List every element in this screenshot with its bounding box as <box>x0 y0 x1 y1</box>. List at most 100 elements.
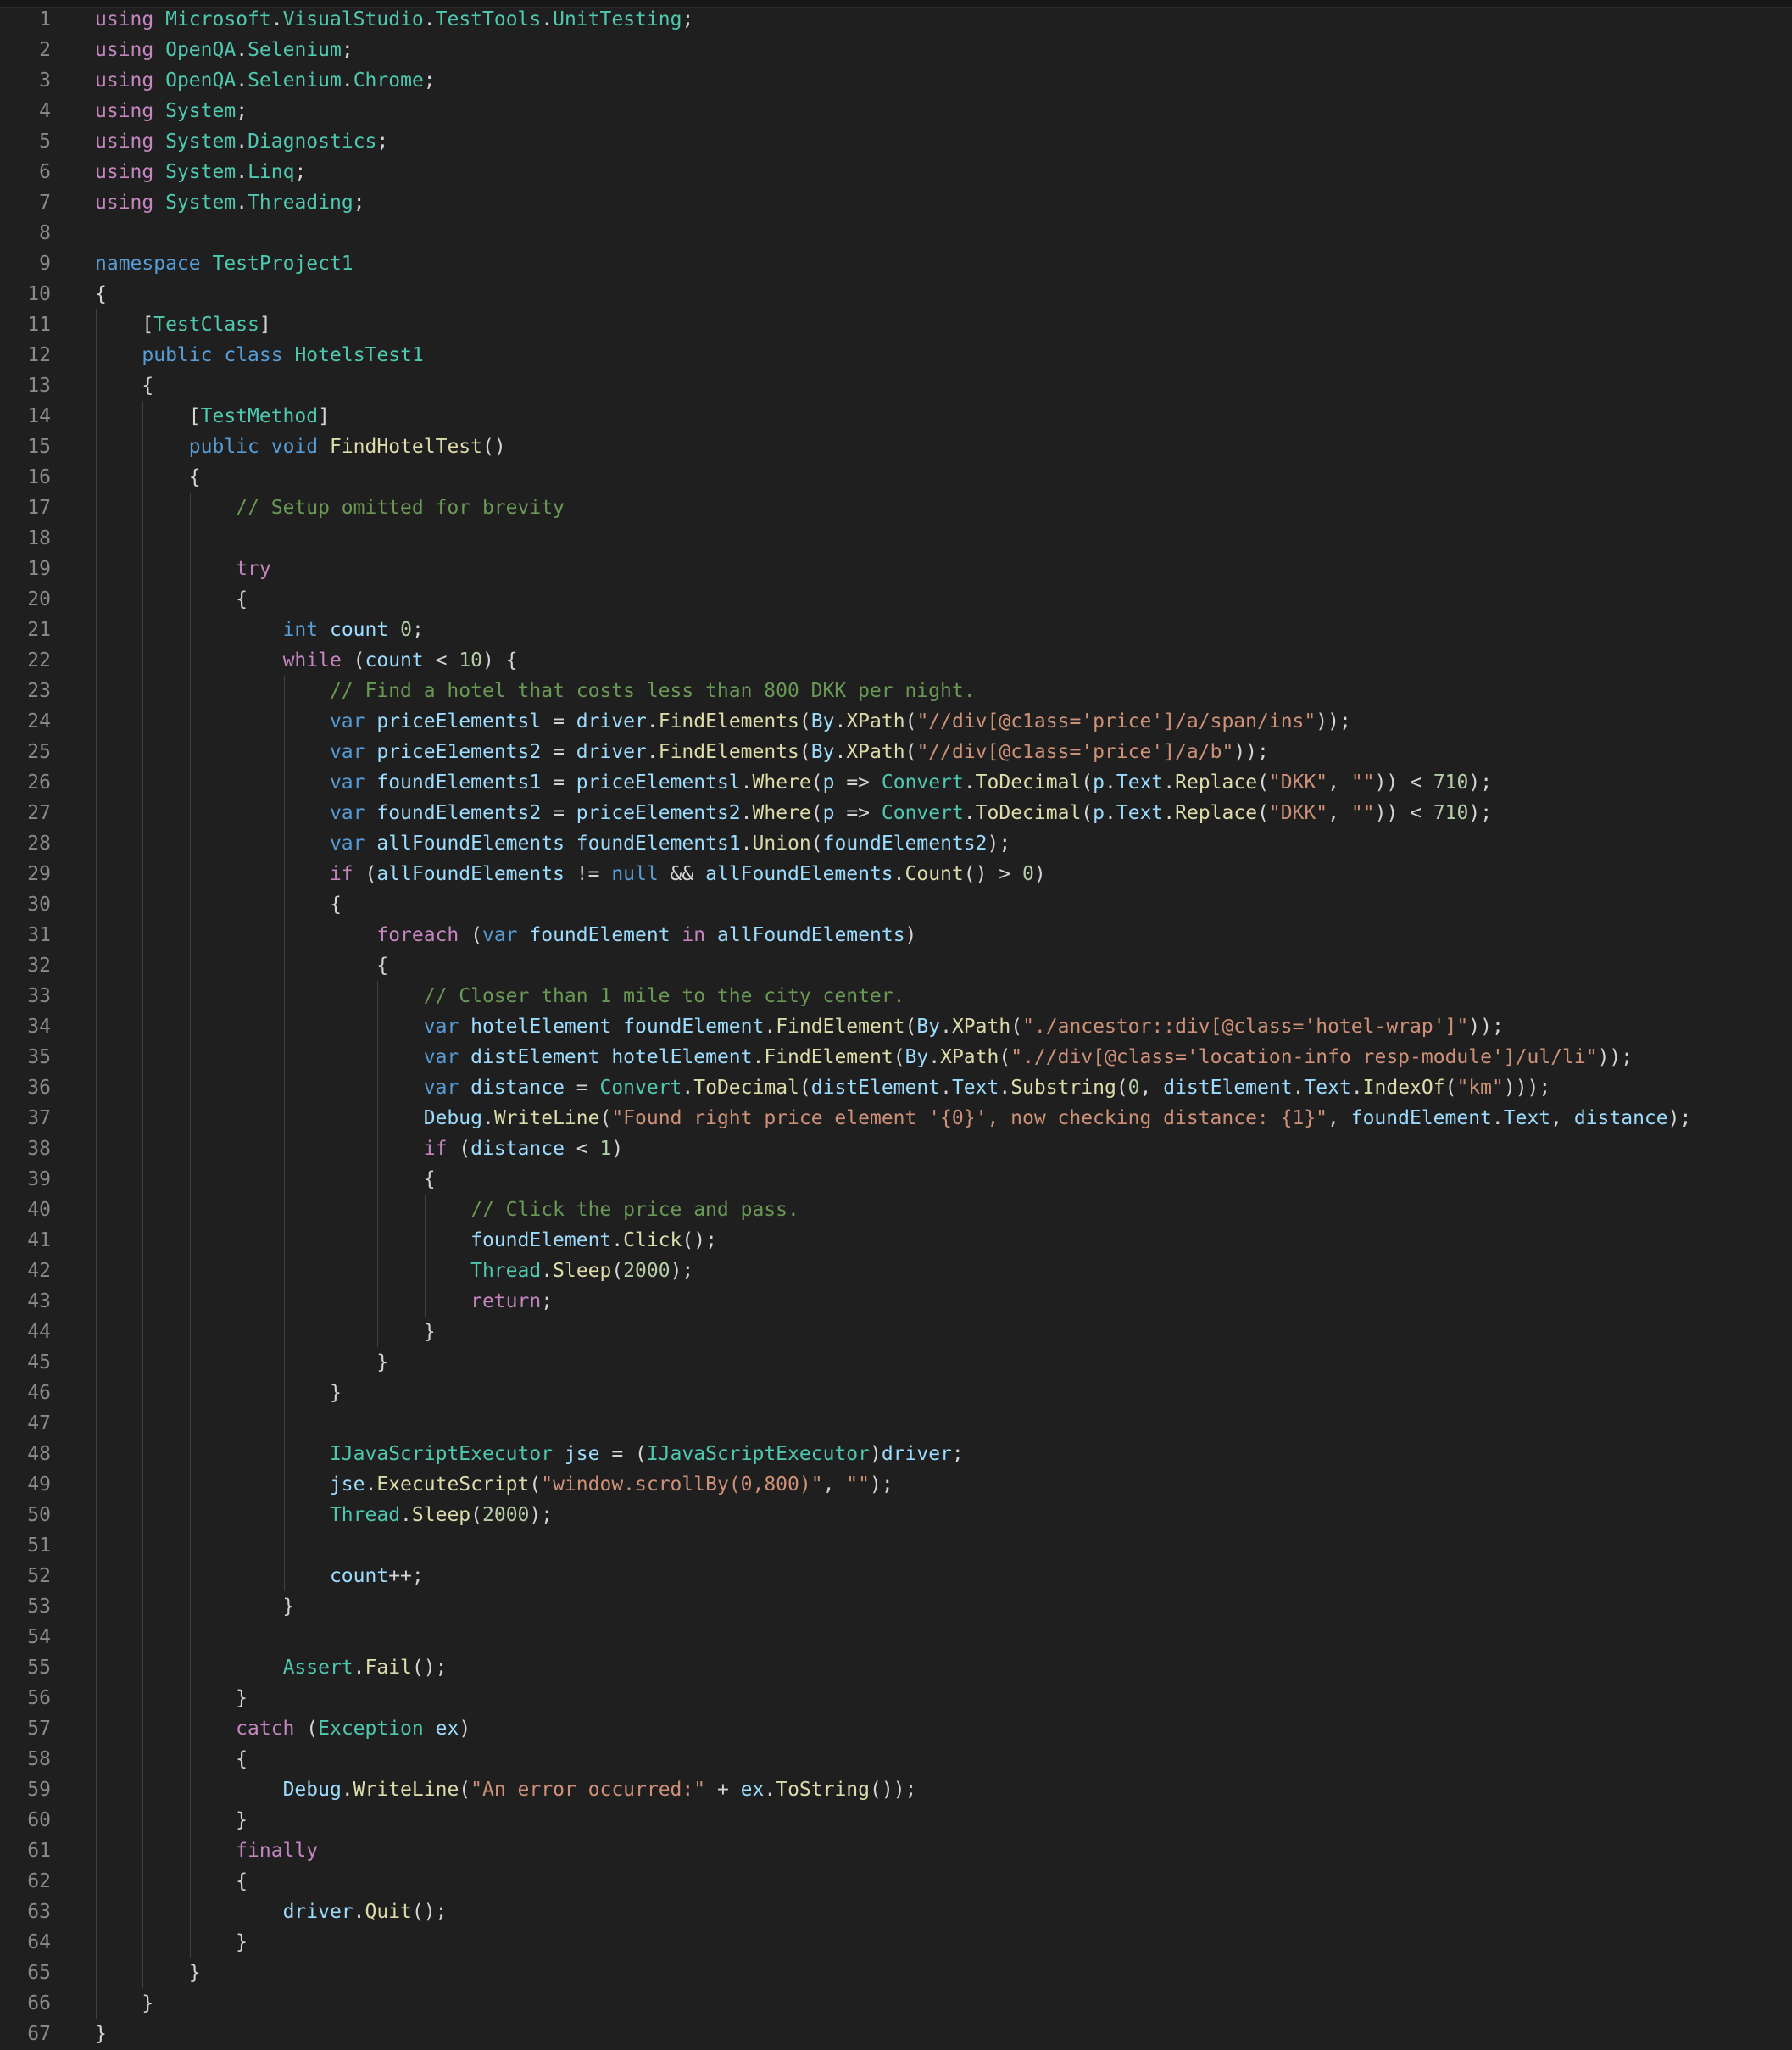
code-text[interactable]: Assert.Fail(); <box>95 1652 448 1683</box>
code-token: . <box>236 70 248 92</box>
code-text[interactable]: var priceE1ements2 = driver.FindElements… <box>95 737 1269 767</box>
code-text[interactable]: Debug.WriteLine("Found right price eleme… <box>95 1103 1692 1134</box>
code-text[interactable]: { <box>95 462 201 493</box>
code-token: . <box>400 1504 412 1526</box>
code-text[interactable]: { <box>95 950 388 981</box>
code-text[interactable]: return; <box>95 1286 553 1317</box>
code-text[interactable]: using Microsoft.VisualStudio.TestTools.U… <box>95 4 693 35</box>
code-editor[interactable]: 1 using Microsoft.VisualStudio.TestTools.… <box>0 4 1792 2049</box>
code-text[interactable]: if (distance < 1) <box>95 1134 623 1164</box>
code-token: = <box>564 1077 600 1099</box>
code-text[interactable]: } <box>95 1988 153 2019</box>
code-text[interactable]: try <box>95 554 271 584</box>
code-text[interactable]: } <box>95 1927 248 1958</box>
code-token: { <box>95 588 248 610</box>
code-text[interactable]: var distElement hotelElement.FindElement… <box>95 1042 1633 1072</box>
code-text[interactable]: } <box>95 1347 388 1378</box>
code-token: distance <box>470 1077 565 1099</box>
code-text[interactable]: } <box>95 1683 248 1713</box>
code-text[interactable]: // Closer than 1 mile to the city center… <box>95 981 905 1011</box>
code-text[interactable]: jse.ExecuteScript("window.scrollBy(0,800… <box>95 1469 893 1500</box>
code-token: . <box>541 8 554 31</box>
code-text[interactable]: [TestMethod] <box>95 401 330 432</box>
code-token: var <box>423 1046 459 1068</box>
code-text[interactable]: catch (Exception ex) <box>95 1713 470 1744</box>
code-text[interactable]: { <box>95 279 107 309</box>
code-text[interactable]: } <box>95 1805 248 1836</box>
code-token: foundElements2 <box>376 802 542 824</box>
code-token: Convert <box>881 802 964 824</box>
code-text[interactable]: var allFoundElements foundElements1.Unio… <box>95 828 1010 859</box>
code-token: while <box>282 649 342 671</box>
code-text[interactable]: foreach (var foundElement in allFoundEle… <box>95 920 916 950</box>
code-line: 20 { <box>0 584 1792 615</box>
code-text[interactable]: Thread.Sleep(2000); <box>95 1500 553 1530</box>
code-text[interactable]: } <box>95 1958 201 1988</box>
code-text[interactable]: while (count < 10) { <box>95 645 518 676</box>
code-text[interactable]: [TestClass] <box>95 309 270 340</box>
line-number: 36 <box>27 1077 51 1099</box>
code-token: using <box>95 70 154 92</box>
code-token: // Click the price and pass. <box>470 1199 799 1221</box>
code-text[interactable]: { <box>95 1744 248 1774</box>
line-number: 63 <box>27 1901 51 1923</box>
line-number: 49 <box>27 1473 51 1496</box>
code-text[interactable]: IJavaScriptExecutor jse = (IJavaScriptEx… <box>95 1439 964 1469</box>
code-text[interactable]: public void FindHotelTest() <box>95 432 506 462</box>
code-text[interactable]: var foundElements1 = priceElementsl.Wher… <box>95 767 1492 798</box>
code-line: 23 // Find a hotel that costs less than … <box>0 676 1792 706</box>
code-token: ex <box>435 1718 459 1740</box>
code-text[interactable]: { <box>95 1164 436 1195</box>
code-text[interactable]: using System.Linq; <box>95 157 306 187</box>
code-text[interactable]: Debug.WriteLine("An error occurred:" + e… <box>95 1774 917 1805</box>
code-text[interactable]: var foundElements2 = priceElements2.Wher… <box>95 798 1492 828</box>
code-token: allFoundElements <box>376 833 565 855</box>
code-text[interactable]: using System.Threading; <box>95 187 365 218</box>
code-token: FindElements <box>658 710 799 733</box>
line-number: 26 <box>27 772 51 794</box>
code-text[interactable]: { <box>95 889 342 920</box>
code-text[interactable]: int count 0; <box>95 615 424 645</box>
code-token: priceElementsl <box>376 710 542 733</box>
code-text[interactable]: var hotelElement foundElement.FindElemen… <box>95 1011 1504 1042</box>
code-text[interactable]: var distance = Convert.ToDecimal(distEle… <box>95 1072 1551 1103</box>
code-text[interactable]: public class HotelsTest1 <box>95 340 423 370</box>
code-text[interactable]: } <box>95 2019 107 2049</box>
code-text[interactable]: using System.Diagnostics; <box>95 126 388 157</box>
code-text[interactable]: } <box>95 1378 342 1408</box>
code-text[interactable]: count++; <box>95 1561 424 1591</box>
code-line: 45 } <box>0 1347 1792 1378</box>
code-text[interactable]: Thread.Sleep(2000); <box>95 1256 693 1286</box>
code-text[interactable]: // Find a hotel that costs less than 800… <box>95 676 976 706</box>
code-text[interactable]: namespace TestProject1 <box>95 248 353 279</box>
code-token: { <box>95 1168 436 1190</box>
code-text[interactable]: } <box>95 1591 295 1622</box>
code-text[interactable]: driver.Quit(); <box>95 1897 448 1927</box>
code-text[interactable]: finally <box>95 1836 318 1866</box>
code-text[interactable]: { <box>95 1866 248 1897</box>
code-text[interactable]: { <box>95 370 153 401</box>
code-token: . <box>999 1077 1011 1099</box>
code-text[interactable]: } <box>95 1317 436 1347</box>
code-text[interactable]: if (allFoundElements != null && allFound… <box>95 859 1046 889</box>
code-text[interactable]: { <box>95 584 248 615</box>
code-token: "//div[@c1ass='price']/a/span/ins" <box>916 710 1316 733</box>
code-token: . <box>236 39 248 61</box>
code-token: ( <box>447 1138 471 1160</box>
code-text[interactable]: using System; <box>95 96 248 126</box>
code-text[interactable]: foundElement.Click(); <box>95 1225 717 1256</box>
code-token: void <box>270 436 319 458</box>
code-text[interactable]: // Setup omitted for brevity <box>95 493 565 523</box>
code-text[interactable]: using OpenQA.Selenium; <box>95 35 353 65</box>
code-token: . <box>611 1229 624 1251</box>
code-text[interactable]: using OpenQA.Selenium.Chrome; <box>95 65 436 96</box>
code-token: . <box>1350 1077 1363 1099</box>
code-token: System <box>165 131 237 153</box>
code-text[interactable]: // Click the price and pass. <box>95 1195 799 1225</box>
code-token: if <box>423 1138 448 1160</box>
code-line: 56 } <box>0 1683 1792 1713</box>
code-token: foundElement <box>529 924 671 946</box>
